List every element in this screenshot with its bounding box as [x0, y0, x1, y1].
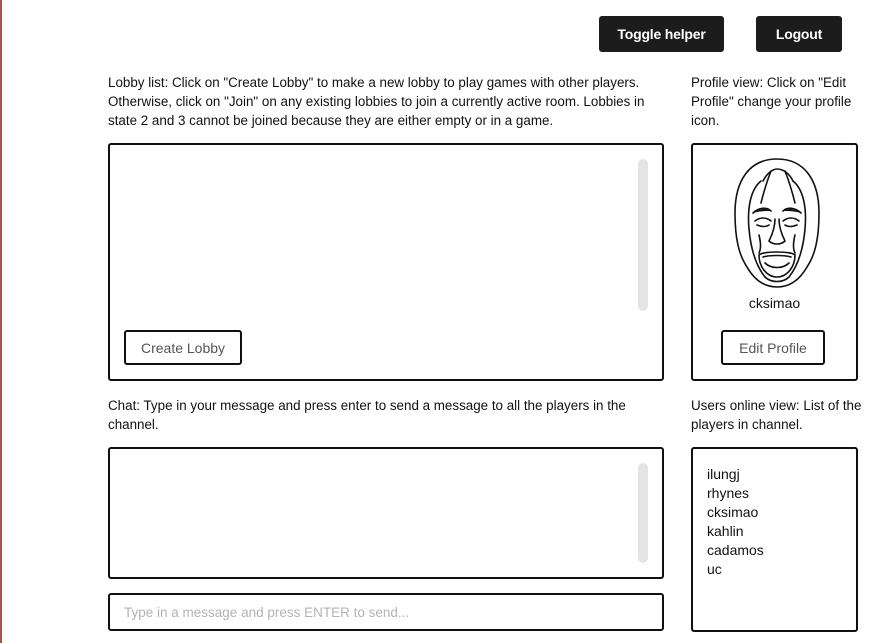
- profile-username: cksimao: [748, 295, 801, 311]
- profile-helper-text: Profile view: Click on "Edit Profile" ch…: [691, 75, 852, 128]
- user-list-item: cksimao: [707, 504, 759, 520]
- lobby-list-panel: Create Lobby: [108, 143, 664, 381]
- user-list-item: rhynes: [707, 485, 750, 501]
- users-online-panel: ilungj rhynes cksimao kahlin cadamos uc: [691, 447, 858, 632]
- screaming-face-icon: [734, 158, 820, 288]
- user-list-item: kahlin: [707, 523, 744, 539]
- lobby-list-scrollbar[interactable]: [638, 159, 648, 311]
- create-lobby-button[interactable]: Create Lobby: [124, 330, 242, 365]
- users-online-list: ilungj rhynes cksimao kahlin cadamos uc: [707, 465, 764, 579]
- user-list-item: cadamos: [707, 542, 764, 558]
- logout-button[interactable]: Logout: [756, 16, 842, 52]
- profile-panel: cksimao Edit Profile: [691, 143, 858, 381]
- users-online-helper-text: Users online view: List of the players i…: [691, 398, 862, 432]
- edit-profile-button[interactable]: Edit Profile: [721, 330, 825, 365]
- window-left-edge: [0, 0, 2, 643]
- chat-messages-panel: [108, 447, 664, 579]
- chat-helper-text: Chat: Type in your message and press ent…: [108, 398, 626, 432]
- user-list-item: uc: [707, 561, 722, 577]
- toggle-helper-button[interactable]: Toggle helper: [599, 16, 724, 52]
- lobby-helper-text: Lobby list: Click on "Create Lobby" to m…: [108, 75, 645, 128]
- chat-message-input[interactable]: [108, 593, 664, 631]
- chat-messages-scrollbar[interactable]: [638, 463, 648, 563]
- user-list-item: ilungj: [707, 466, 740, 482]
